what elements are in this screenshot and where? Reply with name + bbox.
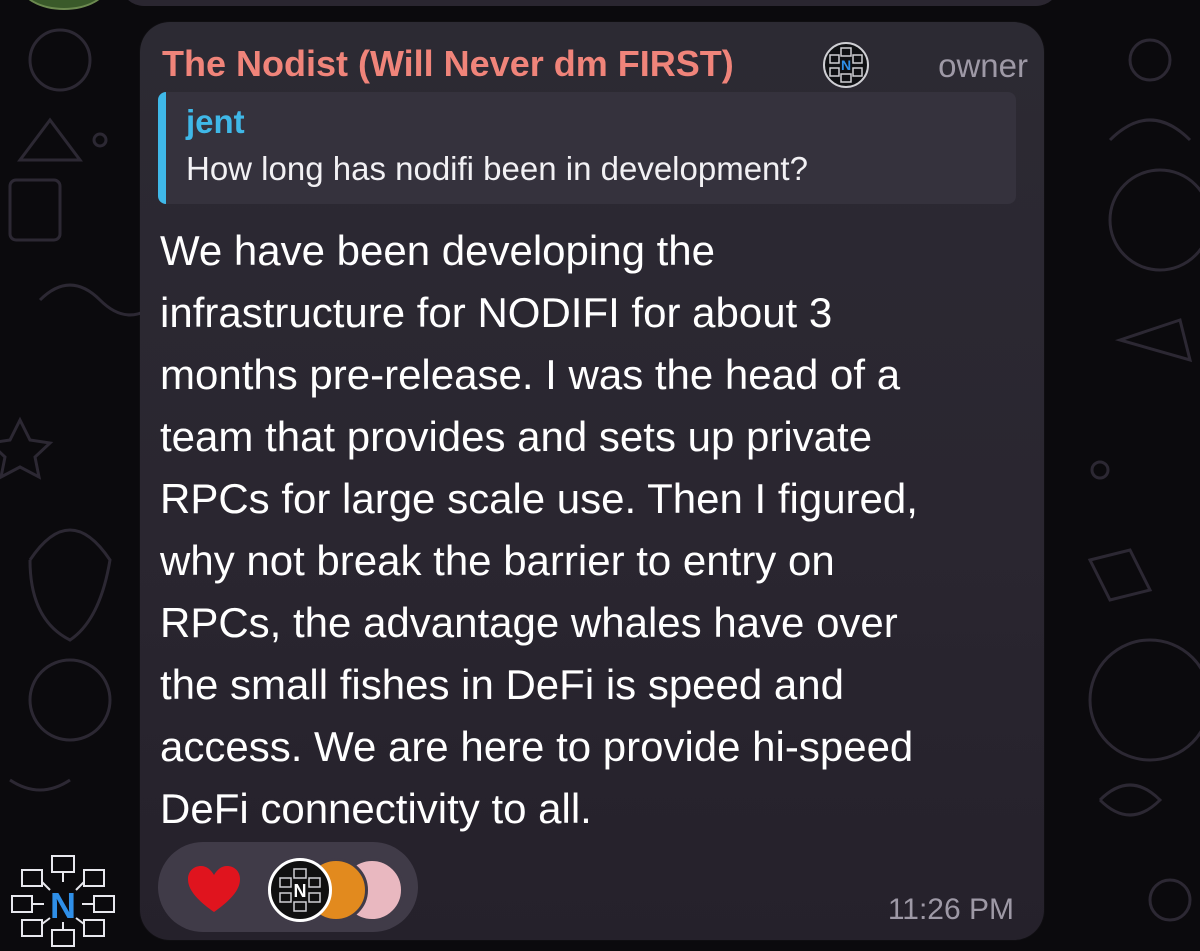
message-line: DeFi connectivity to all. — [160, 785, 592, 832]
svg-text:N: N — [294, 881, 307, 901]
message-line: why not break the barrier to entry on — [160, 537, 835, 584]
message-line: team that provides and sets up private — [160, 413, 873, 460]
message-line: months pre-release. I was the head of a — [160, 351, 901, 398]
reply-text: How long has nodifi been in development? — [186, 150, 808, 187]
message-line: RPCs, the advantage whales have over — [160, 599, 898, 646]
message-line: access. We are here to provide hi-speed — [160, 723, 914, 770]
message-line: We have been developing the — [160, 227, 715, 274]
reaction-chip[interactable]: N — [158, 842, 418, 932]
reply-accent-bar — [158, 92, 166, 204]
reply-author: jent — [186, 103, 245, 140]
svg-text:N: N — [50, 885, 76, 926]
message-text: We have been developing the infrastructu… — [160, 220, 1030, 840]
role-label: owner — [938, 47, 1028, 84]
message-line: RPCs for large scale use. Then I figured… — [160, 475, 918, 522]
previous-message-bubble — [120, 0, 1060, 6]
message-bubble[interactable]: The Nodist (Will Never dm FIRST) N owner… — [140, 22, 1044, 940]
reactor-avatar[interactable]: N — [268, 858, 332, 922]
message-line: infrastructure for NODIFI for about 3 — [160, 289, 833, 336]
message-header: The Nodist (Will Never dm FIRST) N owner — [162, 42, 1032, 88]
red-heart-icon — [188, 866, 240, 912]
nodifi-logo-icon: N — [823, 42, 869, 88]
message-timestamp: 11:26 PM — [887, 893, 1014, 926]
message-line: the small fishes in DeFi is speed and — [160, 661, 844, 708]
sender-avatar[interactable]: N — [8, 852, 120, 948]
svg-text:N: N — [841, 57, 851, 73]
reply-quote[interactable]: jent How long has nodifi been in develop… — [158, 92, 1016, 204]
sender-name[interactable]: The Nodist (Will Never dm FIRST) — [162, 44, 734, 84]
